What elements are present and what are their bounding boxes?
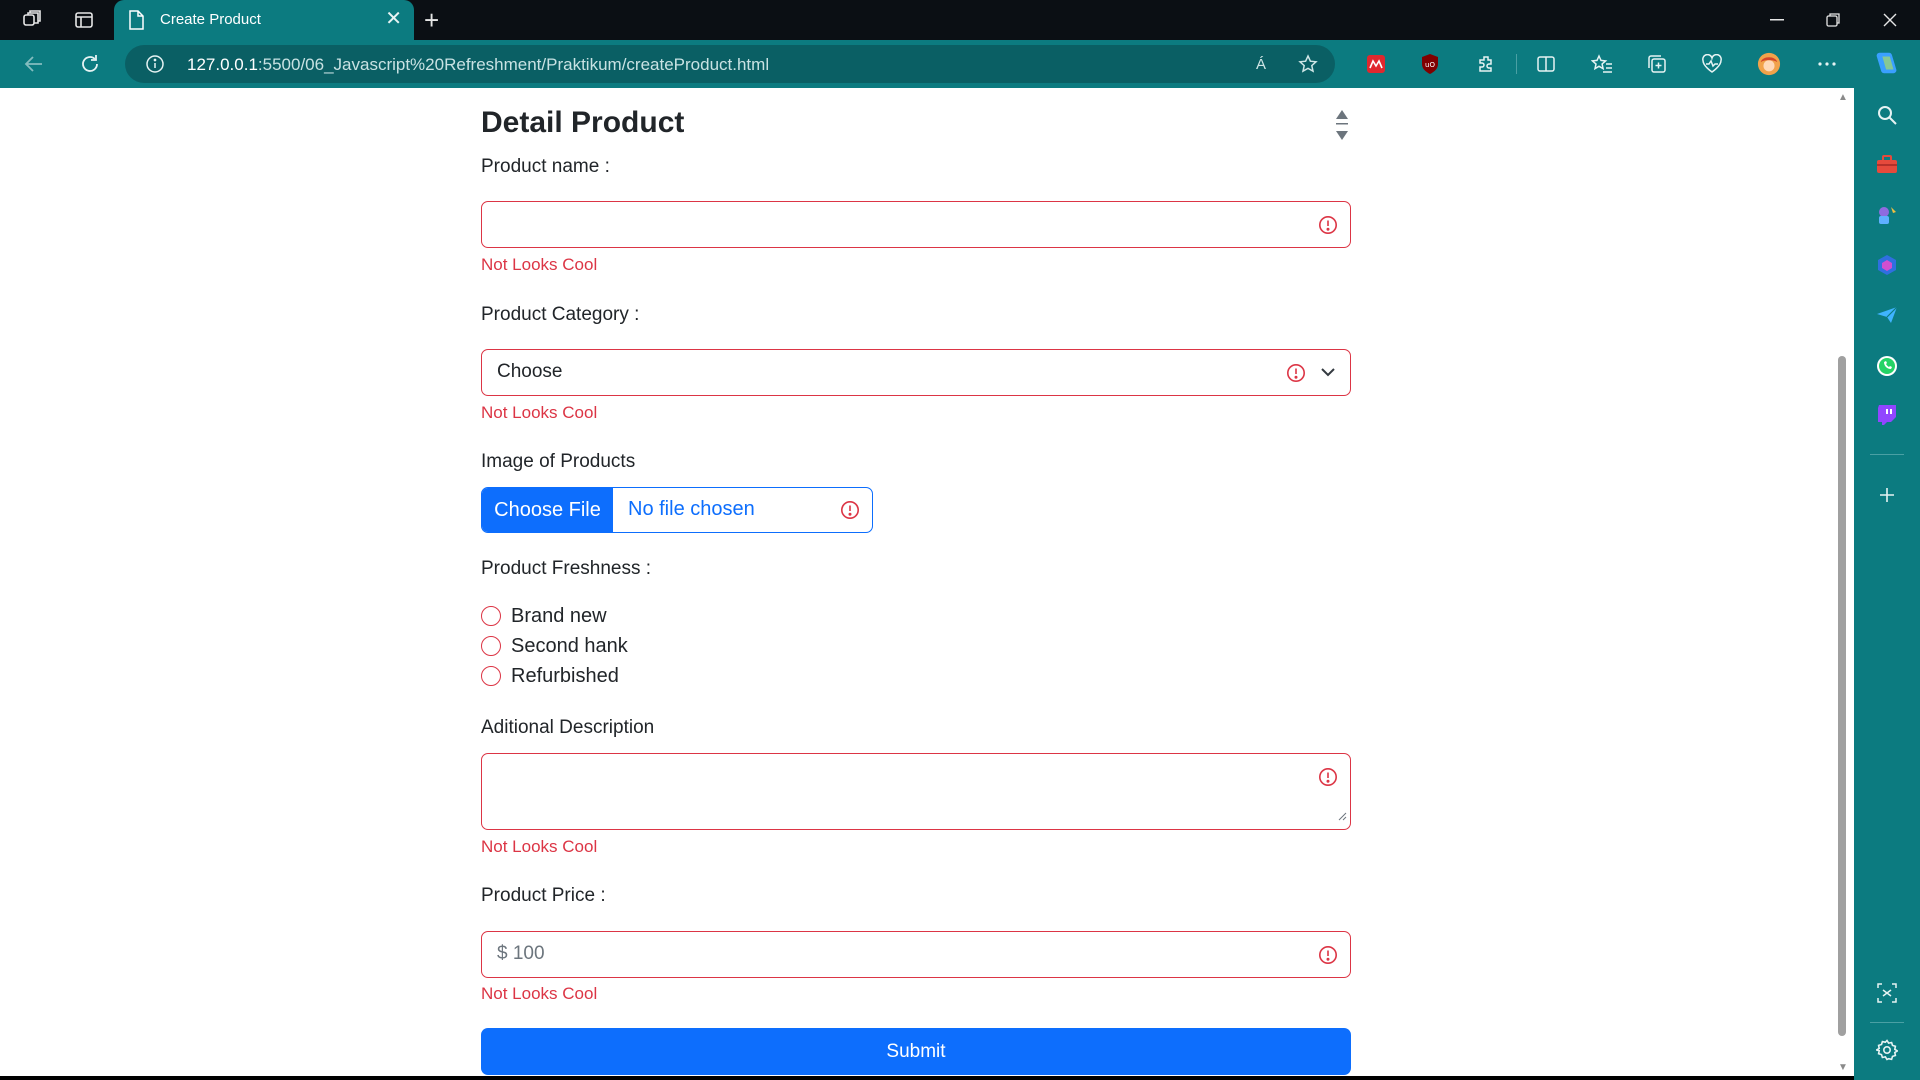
error-icon (840, 500, 860, 525)
ublock-origin-icon[interactable]: uO (1418, 52, 1442, 76)
add-sidebar-app-icon[interactable] (1874, 482, 1900, 508)
resize-handle-icon[interactable] (1337, 808, 1347, 826)
radio-label: Refurbished (511, 664, 619, 687)
profile-avatar[interactable] (1757, 52, 1781, 76)
tab-create-product[interactable]: Create Product ✕ (114, 0, 414, 40)
browser-toolbar: 127.0.0.1:5500/06_Javascript%20Refreshme… (0, 40, 1920, 88)
radio-brand-new[interactable]: Brand new (481, 603, 607, 629)
product-category-selected: Choose (497, 361, 563, 382)
sidebar-divider (1870, 1022, 1904, 1023)
back-icon[interactable] (22, 52, 46, 76)
tab-actions-icon[interactable] (72, 8, 96, 32)
extension-red-icon[interactable] (1364, 52, 1388, 76)
copilot-icon[interactable] (1874, 50, 1900, 76)
sidebar-divider (1870, 454, 1904, 455)
product-name-input[interactable] (481, 201, 1351, 248)
title-bar: Create Product ✕ + (0, 0, 1920, 40)
description-label: Aditional Description (481, 717, 655, 738)
minimize-icon[interactable] (1757, 6, 1797, 34)
search-icon[interactable] (1874, 102, 1900, 128)
product-name-label: Product name : (481, 156, 610, 177)
sort-arrows-icon (1336, 110, 1348, 145)
description-error: Not Looks Cool (481, 837, 598, 856)
restore-icon[interactable] (1813, 6, 1853, 34)
file-status: No file chosen (628, 498, 755, 520)
svg-text:uO: uO (1425, 61, 1435, 69)
error-icon (1318, 767, 1338, 792)
scroll-up-arrow[interactable]: ▲ (1836, 92, 1850, 104)
image-label: Image of Products (481, 451, 636, 472)
screenshot-icon[interactable] (1874, 980, 1900, 1006)
edge-sidebar (1854, 40, 1920, 1080)
radio-label: Brand new (511, 604, 607, 627)
price-placeholder: $ 100 (497, 943, 545, 964)
freshness-label: Product Freshness : (481, 558, 652, 579)
games-icon[interactable] (1874, 202, 1900, 228)
new-tab-icon[interactable]: + (424, 7, 439, 33)
error-icon (1318, 945, 1338, 970)
workspaces-icon[interactable] (20, 8, 44, 32)
site-info-icon[interactable] (145, 54, 165, 79)
page-content: Detail Product Product name : Not Looks … (0, 88, 1836, 1076)
toolbar-separator (1516, 54, 1517, 74)
whatsapp-icon[interactable] (1874, 353, 1900, 379)
product-name-error: Not Looks Cool (481, 255, 598, 274)
price-input[interactable]: $ 100 (481, 931, 1351, 978)
microsoft-365-icon[interactable] (1874, 252, 1900, 278)
radio-second-hank[interactable]: Second hank (481, 633, 628, 659)
page-icon (128, 10, 144, 35)
refresh-icon[interactable] (78, 52, 102, 76)
image-file-input[interactable]: Choose File No file chosen (481, 487, 873, 533)
product-category-label: Product Category : (481, 304, 640, 325)
radio-label: Second hank (511, 634, 628, 657)
extensions-icon[interactable] (1474, 52, 1498, 76)
chevron-down-icon (1320, 364, 1336, 385)
url-path: :5500/06_Javascript%20Refreshment/Prakti… (257, 55, 770, 74)
radio-refurbished[interactable]: Refurbished (481, 663, 619, 689)
submit-button[interactable]: Submit (481, 1028, 1351, 1075)
close-window-icon[interactable] (1870, 6, 1910, 34)
radio-circle[interactable] (481, 636, 501, 656)
split-screen-icon[interactable] (1534, 52, 1558, 76)
url-text: 127.0.0.1:5500/06_Javascript%20Refreshme… (187, 55, 769, 75)
url-host: 127.0.0.1 (187, 55, 258, 74)
error-icon (1286, 363, 1306, 388)
favorites-icon[interactable] (1590, 52, 1614, 76)
outlook-send-icon[interactable] (1874, 302, 1900, 328)
product-category-error: Not Looks Cool (481, 403, 598, 422)
radio-circle[interactable] (481, 666, 501, 686)
page-title: Detail Product (481, 106, 685, 139)
tab-title: Create Product (160, 11, 261, 28)
twitch-icon[interactable] (1874, 402, 1900, 428)
description-textarea[interactable] (481, 753, 1351, 830)
tools-icon[interactable] (1874, 152, 1900, 178)
bottom-border (0, 1076, 1854, 1080)
choose-file-button[interactable]: Choose File (482, 488, 613, 532)
product-category-select[interactable]: Choose (481, 349, 1351, 396)
sidebar-settings-gear-icon[interactable] (1874, 1037, 1900, 1063)
more-options-icon[interactable] (1815, 52, 1839, 76)
read-aloud-icon[interactable]: Á (1250, 53, 1272, 75)
browser-essentials-icon[interactable] (1700, 52, 1724, 76)
scrollbar-thumb[interactable] (1838, 356, 1846, 1036)
favorite-star-icon[interactable] (1297, 53, 1319, 75)
close-tab-icon[interactable]: ✕ (385, 8, 402, 30)
address-bar[interactable]: 127.0.0.1:5500/06_Javascript%20Refreshme… (125, 45, 1335, 83)
error-icon (1318, 215, 1338, 240)
radio-circle[interactable] (481, 606, 501, 626)
scroll-down-arrow[interactable]: ▼ (1836, 1062, 1850, 1074)
price-error: Not Looks Cool (481, 984, 598, 1003)
price-label: Product Price : (481, 885, 606, 906)
collections-icon[interactable] (1645, 52, 1669, 76)
